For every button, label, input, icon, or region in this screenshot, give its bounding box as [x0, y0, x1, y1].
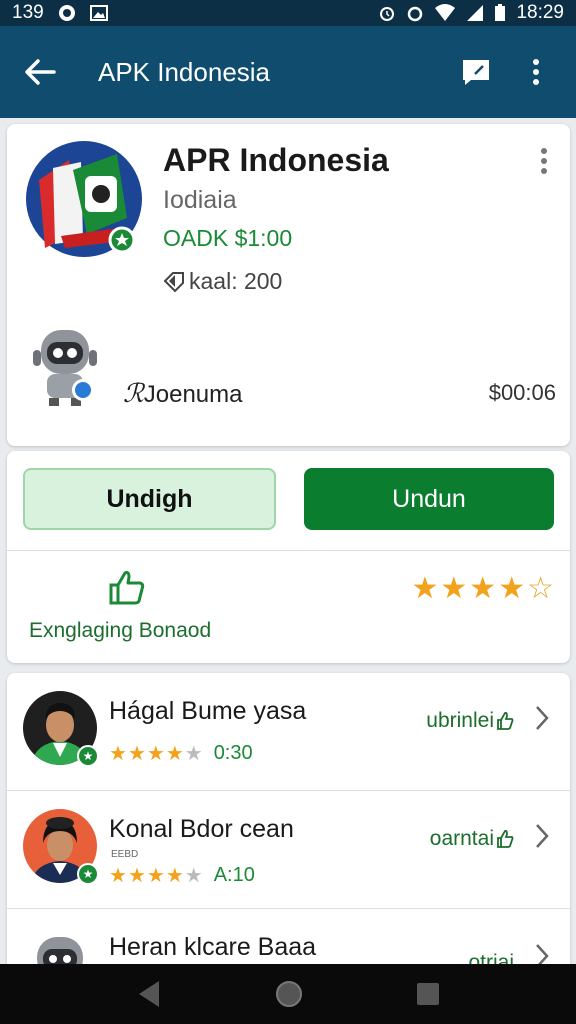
app-bar: APK Indonesia [0, 26, 576, 118]
actions-card: Undigh Undun Exnglaging Bonaod ★ ★ ★ ★ ☆ [7, 451, 570, 663]
more-vert-icon [533, 59, 539, 85]
star-icon: ★ [165, 743, 184, 765]
install-button[interactable]: Undun [304, 468, 554, 530]
star-half-icon: ★ [184, 743, 203, 765]
review-name: Heran klcare Baaa [109, 933, 317, 961]
nav-recents-icon[interactable] [415, 981, 441, 1007]
developer-name[interactable]: ℛJoenuma [123, 378, 242, 409]
list-item[interactable]: ★ Konal Bdor cean EEBD ★ ★ ★ ★ ★ A:10 oarnta… [7, 791, 570, 909]
list-item[interactable]: ★ Hágal Bume yasa ★ ★ ★ ★ ★ 0:30 ubrinlei [7, 673, 570, 791]
review-stars: ★ ★ ★ ★ ★ A:10 [109, 863, 255, 888]
thumbs-up-icon [497, 711, 514, 730]
app-title: APR Indonesia [163, 142, 389, 178]
divider [7, 550, 570, 551]
star-outline-icon: ☆ [527, 572, 554, 605]
review-name: Konal Bdor cean [109, 815, 294, 843]
star-icon: ★ [469, 572, 497, 605]
star-icon: ★ [146, 865, 165, 887]
app-meta: kaal: 200 [163, 268, 282, 295]
app-header-card: APR Indonesia Iodiaia OADK $1:00 kaal: 2… [7, 124, 570, 446]
status-bar: 139 18:29 [0, 0, 576, 26]
status-time-left: 139 [12, 2, 44, 23]
verified-badge-icon: ★ [77, 745, 99, 767]
thumbs-up-icon[interactable] [107, 567, 147, 607]
app-bar-title: APK Indonesia [98, 56, 271, 87]
arrow-left-icon [25, 59, 56, 85]
secondary-action-button[interactable]: Undigh [23, 468, 276, 530]
image-icon [89, 5, 108, 21]
star-icon: ★ [440, 572, 468, 605]
like-label: Exnglaging Bonaod [29, 619, 212, 642]
system-nav-bar [0, 964, 576, 1024]
app-subtitle: Iodiaia [163, 186, 237, 214]
app-logo-icon [26, 141, 142, 257]
review-score: 0:30 [213, 742, 253, 764]
star-icon: ★ [127, 865, 146, 887]
overflow-menu-button[interactable] [506, 26, 566, 118]
app-price: OADK $1:00 [163, 225, 293, 251]
rating-stars[interactable]: ★ ★ ★ ★ ☆ [411, 571, 554, 606]
app-meta-text: kaal: 200 [189, 268, 283, 294]
battery-icon [495, 4, 506, 21]
review-name: Hágal Bume yasa [109, 697, 307, 725]
review-tag[interactable]: oarntai [430, 827, 514, 851]
star-icon: ★ [411, 572, 439, 605]
tag-icon [163, 271, 184, 292]
review-stars: ★ ★ ★ ★ ★ 0:30 [109, 741, 253, 766]
star-icon: ★ [109, 865, 127, 887]
back-button[interactable] [0, 26, 80, 118]
review-subtext: EEBD [111, 849, 139, 860]
browser-icon [58, 5, 75, 21]
review-list: ★ Hágal Bume yasa ★ ★ ★ ★ ★ 0:30 ubrinlei ★ … [7, 673, 570, 983]
thumbs-up-icon [497, 829, 514, 848]
feedback-button[interactable] [446, 26, 506, 118]
more-vert-icon[interactable] [534, 146, 554, 176]
star-icon: ★ [146, 743, 165, 765]
status-time: 18:29 [516, 2, 564, 23]
star-icon: ★ [498, 572, 526, 605]
alarm-clock-icon [408, 6, 423, 22]
chevron-right-icon [536, 824, 549, 848]
developer-robot-avatar [33, 330, 97, 406]
nav-back-icon[interactable] [135, 979, 163, 1009]
star-icon: ★ [165, 865, 184, 887]
chevron-right-icon [536, 706, 549, 730]
signal-icon [467, 5, 484, 21]
star-icon: ★ [109, 743, 127, 765]
signature-icon: ℛ [123, 378, 144, 408]
star-icon: ★ [127, 743, 146, 765]
alarm-icon [380, 7, 395, 21]
review-tag[interactable]: ubrinlei [426, 709, 514, 733]
verified-badge-icon: ★ [77, 863, 99, 885]
developer-price: $00:06 [488, 380, 556, 405]
review-score: A:10 [213, 864, 255, 886]
nav-home-icon[interactable] [274, 979, 304, 1009]
feedback-icon [463, 60, 489, 85]
star-half-icon: ★ [184, 865, 203, 887]
wifi-icon [435, 4, 456, 21]
